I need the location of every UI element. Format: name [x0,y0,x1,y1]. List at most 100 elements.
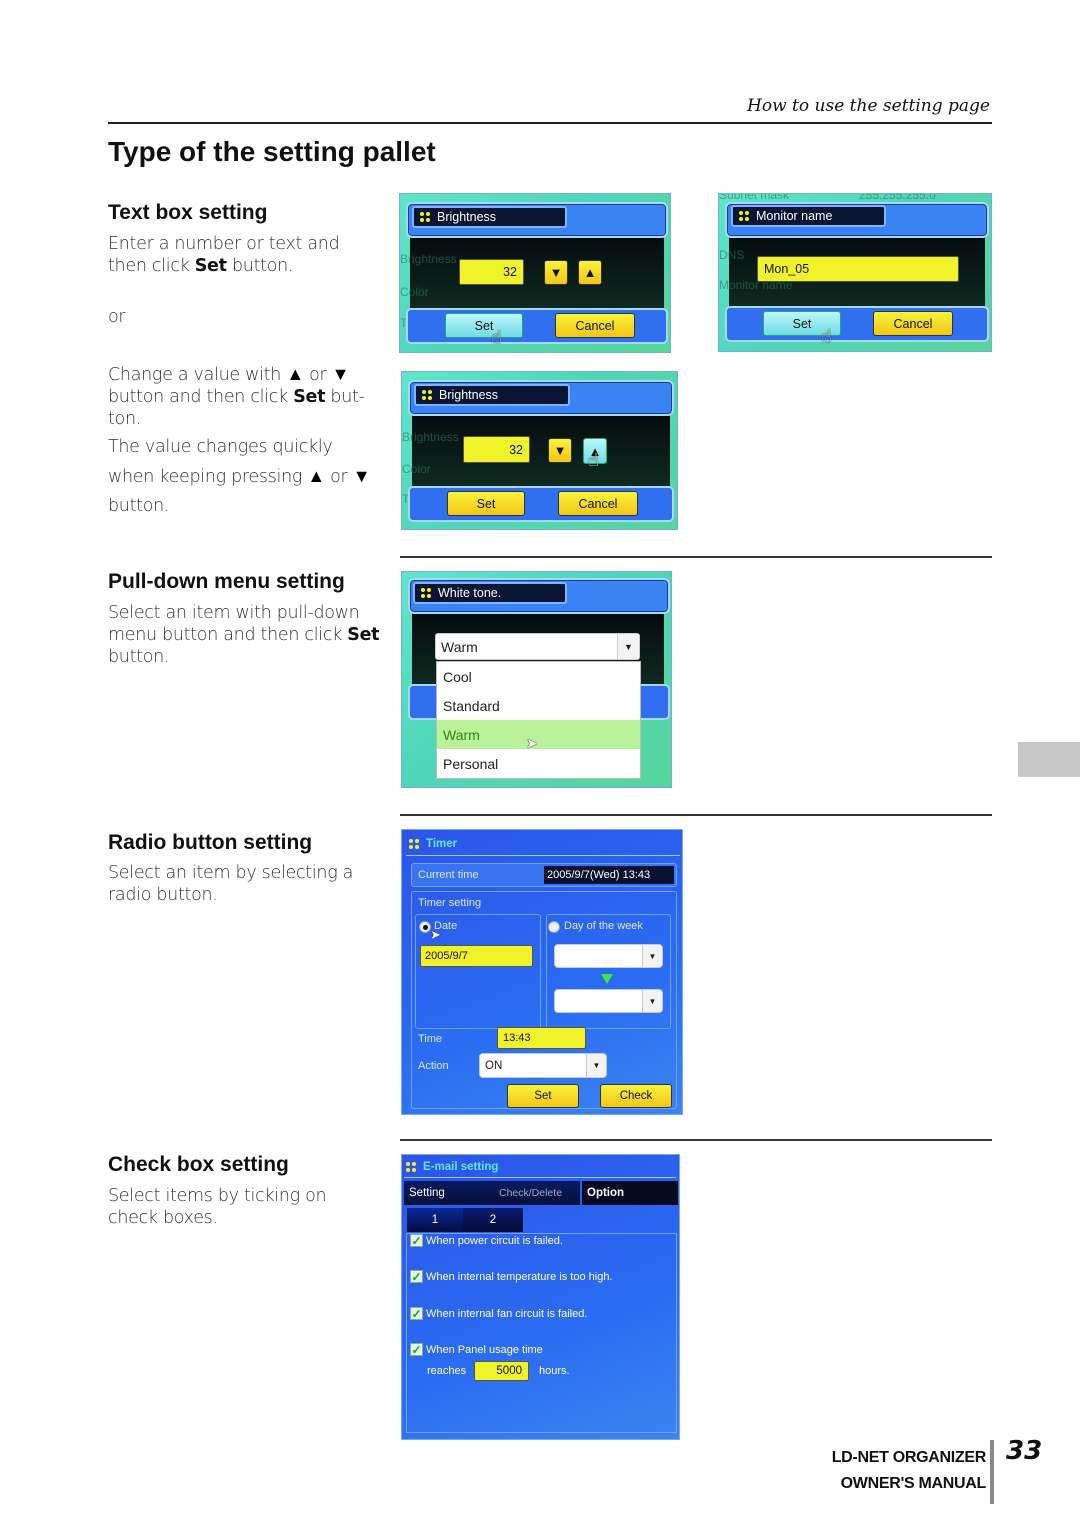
header-rule [108,122,992,124]
text: Change a value with [108,365,287,385]
panel-title: Timer [426,838,458,850]
section-title-checkbox: Check box setting [108,1153,289,1176]
text: The value changes quickly when keeping p… [108,437,333,487]
up-arrow-icon: ▲ [583,265,597,280]
timer-setting-label: Timer setting [418,897,482,909]
monitor-name-input[interactable]: Mon_05 [757,256,959,282]
check-row[interactable]: ✓ When internal fan circuit is failed. [410,1307,587,1320]
option-standard[interactable]: Standard [437,691,640,720]
textbox-description-2: Change a value with ▲ or ▼ button and th… [108,364,378,430]
cancel-button[interactable]: Cancel [555,313,635,338]
date-input[interactable]: 2005/9/7 [420,945,533,967]
title-rule [404,1177,676,1178]
footer-divider [990,1440,994,1504]
checkbox-checked-icon[interactable]: ✓ [410,1307,423,1320]
radio-description: Select an item by selecting a radio butt… [108,863,354,905]
subtab-2[interactable]: 2 [463,1208,523,1232]
check-row[interactable]: ✓ When Panel usage time [410,1343,543,1356]
textbox-description-1: Enter a number or text and then click Se… [108,233,383,277]
down-arrow-icon: ▼ [553,443,567,458]
checkbox-description: Select items by ticking on check boxes. [108,1186,327,1228]
text: button. [108,496,170,516]
chevron-down-icon[interactable]: ▼ [617,634,639,659]
white-tone-select[interactable]: Warm ▼ [435,633,640,660]
monitor-name-screenshot: Subnet mask 255.255.255.0 DNS Monitor na… [718,193,992,352]
current-time-value: 2005/9/7(Wed) 13:43 [544,866,674,884]
section-title-pulldown: Pull-down menu setting [108,570,345,593]
time-input[interactable]: 13:43 [497,1027,586,1049]
timer-title: Timer [409,838,457,850]
footer-product-name: LD-NET ORGANIZER [831,1449,987,1466]
dots-icon [420,212,430,222]
timer-screenshot: Timer Current time 2005/9/7(Wed) 13:43 T… [401,829,683,1115]
page-number: 33 [1006,1436,1043,1466]
option-cool[interactable]: Cool [437,662,640,691]
white-tone-options: Cool Standard Warm Personal [436,661,641,779]
hours-label: hours. [539,1365,570,1377]
panel-body [410,234,664,310]
panel-title: White tone. [438,586,502,600]
white-tone-screenshot: White tone. Warm ▼ Cool Standard Warm Pe… [401,571,672,788]
or-text: or [108,307,126,327]
email-title: E-mail setting [406,1161,498,1173]
tab-option[interactable]: Option [582,1181,678,1205]
section-divider [400,556,992,558]
increment-button[interactable]: ▲ [578,260,602,285]
decrement-button[interactable]: ▼ [548,438,572,463]
options-panel [406,1233,677,1433]
checkbox-checked-icon[interactable]: ✓ [410,1270,423,1283]
chevron-down-icon[interactable]: ▼ [642,945,662,967]
dots-icon [409,839,419,849]
up-triangle-icon: ▲ [286,364,304,385]
check-row[interactable]: ✓ When power circuit is failed. [410,1234,563,1247]
check-label: When Panel usage time [426,1343,543,1356]
arrow-cursor-icon: ➤ [430,928,441,943]
brightness-textbox-screenshot: Brightness Color Tint Brightness 32 ▼ ▲ … [399,193,671,353]
ghost-label: Brightness [402,430,459,444]
running-head: How to use the setting page [747,96,990,116]
tab-setting[interactable]: Setting [404,1181,494,1205]
brightness-input[interactable]: 32 [459,259,524,285]
checkbox-checked-icon[interactable]: ✓ [410,1234,423,1247]
checkbox-checked-icon[interactable]: ✓ [410,1343,423,1356]
dots-icon [422,390,432,400]
panel-title: Brightness [439,388,499,402]
text: button and then click [108,387,294,407]
panel-title: Monitor name [756,209,833,223]
ghost-label: Subnet mask [719,193,790,202]
cancel-button[interactable]: Cancel [558,491,638,516]
check-row[interactable]: ✓ When internal temperature is too high. [410,1270,613,1283]
cancel-button[interactable]: Cancel [873,311,953,336]
option-personal[interactable]: Personal [437,749,640,778]
dots-icon [421,588,431,598]
ghost-value: 255.255.255.0 [859,193,936,202]
ghost-label: Brightness [400,252,457,266]
set-button[interactable]: Set [447,491,525,516]
hours-input[interactable]: 5000 [474,1361,529,1381]
set-keyword: Set [293,387,326,407]
set-button[interactable]: Set [507,1084,579,1108]
chevron-down-icon[interactable]: ▼ [642,990,662,1012]
tab-check-delete[interactable]: Check/Delete [494,1181,580,1205]
brightness-input[interactable]: 32 [463,436,530,463]
set-button[interactable]: Set [445,313,523,338]
section-title-radio: Radio button setting [108,831,313,854]
brightness-arrow-screenshot: Brightness Color Tint Brightness 32 ▼ ▲ … [401,371,678,530]
day-select-1[interactable]: ▼ [554,944,663,968]
subtab-1[interactable]: 1 [407,1208,463,1232]
panel-title: E-mail setting [423,1161,499,1173]
option-warm[interactable]: Warm [437,720,640,749]
day-of-week-radio[interactable] [548,921,560,933]
check-button[interactable]: Check [600,1084,672,1108]
text: Select an item with pull-down menu butto… [108,603,360,645]
panel-title-bar: White tone. [413,582,567,604]
set-keyword: Set [347,625,380,645]
textbox-description-3: The value changes quickly when keeping p… [108,433,378,521]
selected-value: ON [485,1059,503,1072]
chevron-down-icon[interactable]: ▼ [586,1054,606,1077]
decrement-button[interactable]: ▼ [544,260,568,285]
action-select[interactable]: ON ▼ [479,1053,607,1078]
hand-cursor-icon: ☝ [821,326,832,347]
day-select-2[interactable]: ▼ [554,989,663,1013]
pulldown-description: Select an item with pull-down menu butto… [108,602,380,668]
